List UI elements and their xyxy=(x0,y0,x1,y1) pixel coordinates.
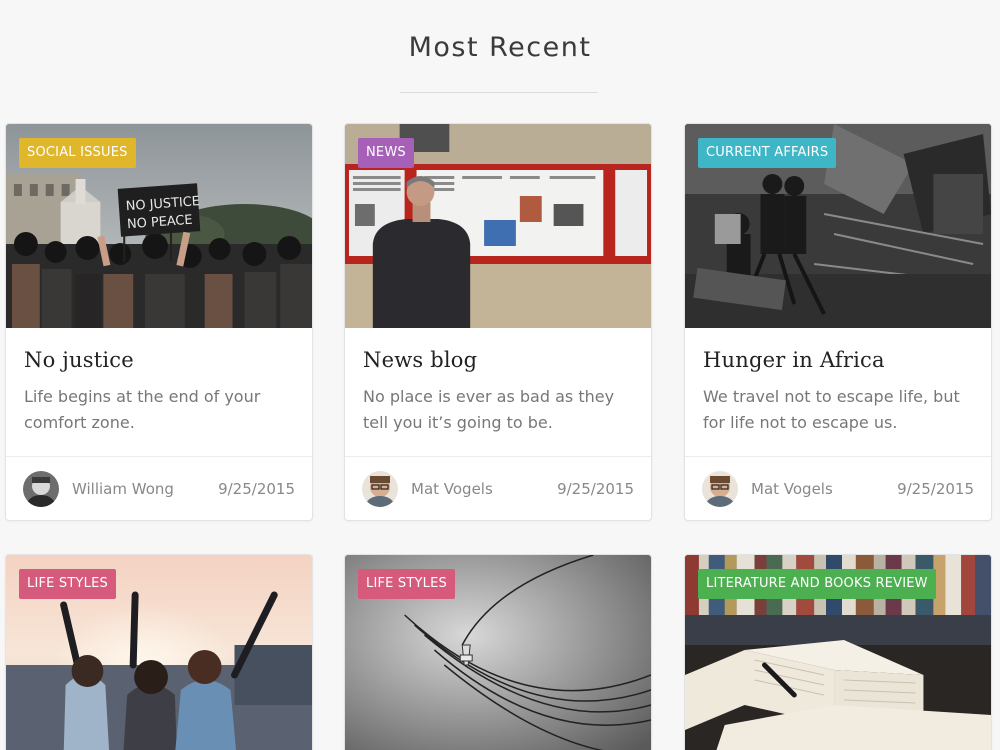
category-badge[interactable]: LIFE STYLES xyxy=(19,569,116,599)
post-card[interactable]: LIFE STYLES xyxy=(344,554,652,750)
author-avatar[interactable] xyxy=(362,470,398,507)
post-title[interactable]: News blog xyxy=(363,348,633,372)
author-name[interactable]: William Wong xyxy=(72,480,218,498)
post-date: 9/25/2015 xyxy=(218,479,295,498)
post-meta: Mat Vogels 9/25/2015 xyxy=(345,456,651,520)
post-meta: William Wong 9/25/2015 xyxy=(6,456,312,520)
post-date: 9/25/2015 xyxy=(557,479,634,498)
post-excerpt: Life begins at the end of your comfort z… xyxy=(24,387,261,432)
post-image-books[interactable]: LITERATURE AND BOOKS REVIEW xyxy=(685,555,991,750)
post-excerpt: We travel not to escape life, but for li… xyxy=(703,387,960,432)
category-badge[interactable]: SOCIAL ISSUES xyxy=(19,138,136,168)
post-card[interactable]: NO JUSTICE NO PEACE SOCIAL ISSUES No jus… xyxy=(5,123,313,521)
post-card[interactable]: CURRENT AFFAIRS Hunger in Africa We trav… xyxy=(684,123,992,521)
post-title[interactable]: Hunger in Africa xyxy=(703,348,973,372)
post-image-protest[interactable]: NO JUSTICE NO PEACE SOCIAL ISSUES xyxy=(6,124,312,328)
post-image-news[interactable]: NEWS xyxy=(345,124,651,328)
title-divider xyxy=(400,92,598,93)
post-date: 9/25/2015 xyxy=(897,479,974,498)
category-badge[interactable]: LIFE STYLES xyxy=(358,569,455,599)
author-name[interactable]: Mat Vogels xyxy=(751,480,897,498)
post-card[interactable]: LITERATURE AND BOOKS REVIEW xyxy=(684,554,992,750)
post-title[interactable]: No justice xyxy=(24,348,294,372)
post-image-sunset-friends[interactable]: LIFE STYLES xyxy=(6,555,312,750)
author-name[interactable]: Mat Vogels xyxy=(411,480,557,498)
category-badge[interactable]: NEWS xyxy=(358,138,414,168)
section-title: Most Recent xyxy=(408,32,592,63)
category-badge[interactable]: CURRENT AFFAIRS xyxy=(698,138,837,168)
post-excerpt: No place is ever as bad as they tell you… xyxy=(363,387,615,432)
category-badge[interactable]: LITERATURE AND BOOKS REVIEW xyxy=(698,569,936,599)
author-avatar[interactable] xyxy=(702,470,738,507)
post-card[interactable]: LIFE STYLES xyxy=(5,554,313,750)
post-image-africa[interactable]: CURRENT AFFAIRS xyxy=(685,124,991,328)
post-image-foggy-wires[interactable]: LIFE STYLES xyxy=(345,555,651,750)
author-avatar[interactable] xyxy=(23,470,59,507)
post-meta: Mat Vogels 9/25/2015 xyxy=(685,456,991,520)
post-card[interactable]: NEWS News blog No place is ever as bad a… xyxy=(344,123,652,521)
